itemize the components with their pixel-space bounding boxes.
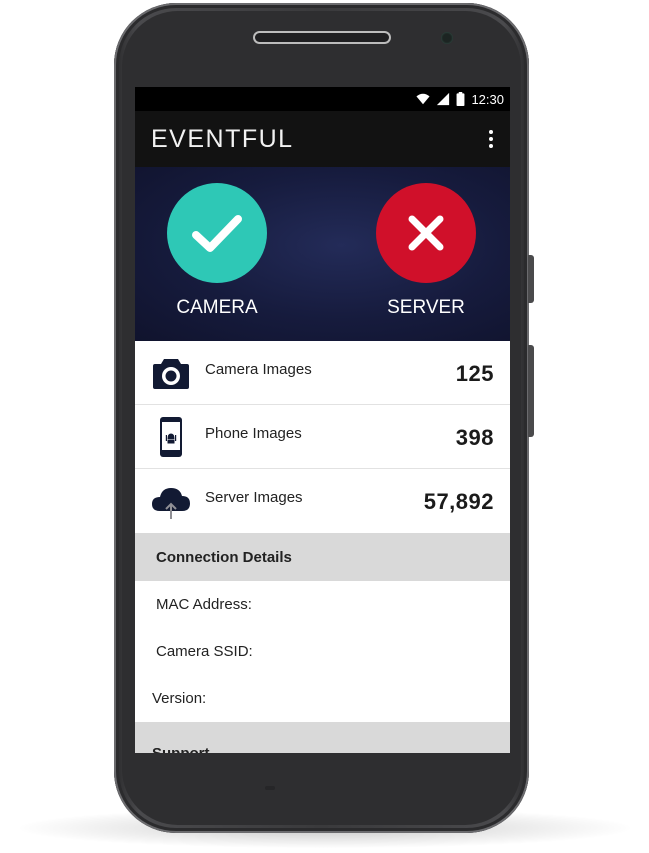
power-button <box>528 345 534 437</box>
app-bar: EVENTFUL <box>135 111 510 167</box>
volume-button <box>528 255 534 303</box>
battery-icon <box>457 92 465 106</box>
more-options-icon[interactable] <box>488 129 494 149</box>
close-icon <box>408 215 444 251</box>
stat-label: Phone Images <box>205 425 302 442</box>
camera-status-label: CAMERA <box>176 297 258 318</box>
connection-status-panel: CAMERA SERVER <box>135 167 510 341</box>
cloud-upload-icon <box>152 488 190 519</box>
camera-ssid-label: Camera SSID: <box>156 643 253 660</box>
camera-status[interactable]: CAMERA <box>157 183 277 319</box>
version-label: Version: <box>152 690 207 707</box>
status-time: 12:30 <box>471 91 504 107</box>
stat-value: 57,892 <box>423 489 494 514</box>
stat-value: 125 <box>455 361 494 386</box>
check-icon <box>192 215 242 252</box>
front-camera <box>441 32 453 44</box>
phone-screen: 12:30 EVENTFUL CAMERA SERVER Camera Imag… <box>135 87 510 753</box>
camera-status-circle <box>167 183 267 283</box>
server-status[interactable]: SERVER <box>366 183 486 319</box>
app-title: EVENTFUL <box>151 124 294 153</box>
status-bar: 12:30 <box>135 87 510 111</box>
mac-address-label: MAC Address: <box>156 596 252 613</box>
stat-label: Camera Images <box>205 361 312 378</box>
bottom-microphone <box>265 786 275 790</box>
server-status-circle <box>376 183 476 283</box>
wifi-icon <box>416 93 431 105</box>
stat-row-phone-images[interactable]: Phone Images 398 <box>135 405 510 469</box>
server-status-label: SERVER <box>387 297 465 318</box>
support-header[interactable]: Support <box>135 722 510 753</box>
stat-row-camera-images[interactable]: Camera Images 125 <box>135 341 510 405</box>
connection-details-header: Connection Details <box>135 533 510 581</box>
stat-label: Server Images <box>205 489 303 506</box>
stat-value: 398 <box>455 425 494 450</box>
stat-row-server-images[interactable]: Server Images 57,892 <box>135 469 510 533</box>
camera-icon <box>153 358 189 389</box>
cellular-signal-icon <box>437 92 450 106</box>
earpiece-speaker <box>253 31 391 44</box>
phone-icon <box>160 416 182 457</box>
